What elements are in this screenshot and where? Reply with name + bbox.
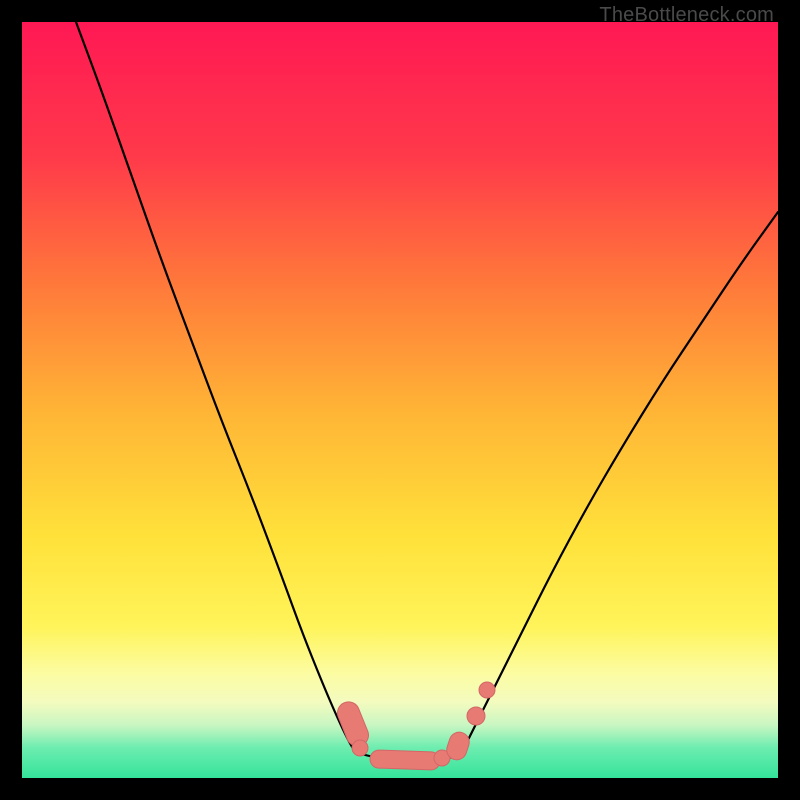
data-marker-6 [479,682,495,698]
chart-curves [22,22,778,778]
data-marker-5 [467,707,485,725]
data-marker-2 [370,750,441,770]
curve-left-curve [76,22,355,752]
plot-area [22,22,778,778]
curve-right-curve [462,212,778,752]
data-marker-1 [352,740,368,756]
watermark-text: TheBottleneck.com [599,4,774,27]
chart-frame: TheBottleneck.com [0,0,800,800]
